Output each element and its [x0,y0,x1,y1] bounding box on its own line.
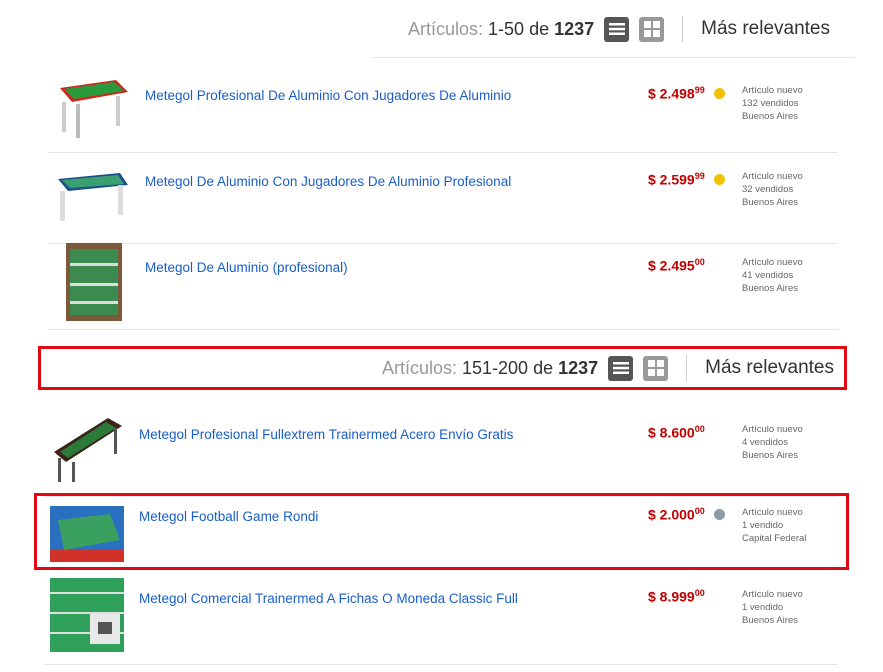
list-icon [608,23,625,35]
list-item[interactable]: Metegol Profesional De Aluminio Con Juga… [48,66,838,153]
item-title-link[interactable]: Metegol Profesional Fullextrem Trainerme… [139,427,513,442]
grid-icon [647,360,664,376]
grid-icon [643,21,660,37]
item-title-link[interactable]: Metegol De Aluminio Con Jugadores De Alu… [145,174,511,189]
results-total: 1237 [558,357,599,378]
item-meta: Artículo nuevo 32 vendidos Buenos Aires [742,171,803,208]
item-price: $ 8.99900 [648,588,705,605]
grid-view-button[interactable] [643,355,669,381]
results-of: de [529,18,550,39]
item-meta: Artículo nuevo 41 vendidos Buenos Aires [742,257,803,294]
list-view-button[interactable] [608,355,634,381]
gold-medal-icon [714,88,725,99]
list-item[interactable]: Metegol De Aluminio Con Jugadores De Alu… [48,157,838,244]
item-price: $ 2.59999 [648,171,705,188]
sort-dropdown[interactable]: Más relevantes [701,18,830,40]
list-item[interactable]: Metegol De Aluminio (profesional) $ 2.49… [48,243,838,330]
item-price: $ 2.49899 [648,85,705,102]
highlight-box [34,493,849,570]
results-count: Artículos: 1-50 de 1237 [408,19,594,40]
grid-view-button[interactable] [639,16,665,42]
item-title-link[interactable]: Metegol Comercial Trainermed A Fichas O … [139,591,518,606]
list-view-button[interactable] [604,16,630,42]
results-range: 151-200 [461,357,529,378]
item-price: $ 2.49500 [648,257,705,274]
list-icon [612,362,629,374]
list-item[interactable]: Metegol Comercial Trainermed A Fichas O … [44,578,838,665]
results-toolbar-top: Artículos: 1-50 de 1237 Más relevantes [372,9,854,58]
results-label: Artículos: [407,18,483,39]
results-label: Artículos: [381,357,457,378]
results-total: 1237 [554,18,595,39]
item-title-link[interactable]: Metegol De Aluminio (profesional) [145,260,348,275]
product-image[interactable] [50,578,124,652]
divider [682,16,684,42]
sort-dropdown[interactable]: Más relevantes [705,357,834,379]
item-price: $ 8.60000 [648,424,705,441]
results-toolbar-mid: Artículos: 151-200 de 1237 Más relevante… [38,346,847,390]
results-count: Artículos: 151-200 de 1237 [382,358,598,379]
list-item[interactable]: Metegol Profesional Fullextrem Trainerme… [44,410,838,497]
item-title-link[interactable]: Metegol Profesional De Aluminio Con Juga… [145,88,511,103]
results-range: 1-50 [488,18,525,39]
item-meta: Artículo nuevo 1 vendido Buenos Aires [742,589,803,626]
product-image[interactable] [54,66,128,140]
results-of: de [533,357,554,378]
product-image[interactable] [50,410,126,484]
gold-medal-icon [714,174,725,185]
product-image[interactable] [66,243,122,321]
divider [686,355,688,381]
product-image[interactable] [54,157,128,231]
item-meta: Artículo nuevo 132 vendidos Buenos Aires [742,85,803,122]
item-meta: Artículo nuevo 4 vendidos Buenos Aires [742,424,803,461]
